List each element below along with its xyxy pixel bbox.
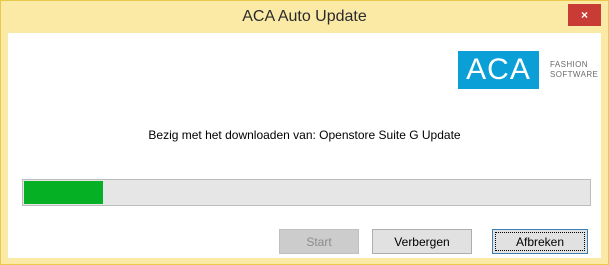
start-button[interactable]: Start xyxy=(279,229,359,254)
download-progress-bar xyxy=(22,179,591,206)
update-window: ACA Auto Update × ACA FASHION SOFTWARE B… xyxy=(0,0,609,265)
title-bar[interactable]: ACA Auto Update × xyxy=(1,1,608,33)
window-title: ACA Auto Update xyxy=(242,8,367,25)
hide-button-label: Verbergen xyxy=(394,234,450,249)
logo-mark: ACA xyxy=(458,51,539,89)
cancel-button[interactable]: Afbreken xyxy=(492,229,588,254)
close-button[interactable]: × xyxy=(568,4,601,26)
logo-tagline-line1: FASHION xyxy=(550,60,588,69)
client-area: ACA FASHION SOFTWARE Bezig met het downl… xyxy=(8,33,601,258)
start-button-label: Start xyxy=(306,234,332,249)
focus-ring xyxy=(495,232,585,251)
progress-fill xyxy=(24,181,103,204)
status-text: Bezig met het downloaden van: Openstore … xyxy=(148,128,461,142)
hide-button[interactable]: Verbergen xyxy=(372,229,472,254)
close-icon: × xyxy=(580,8,588,22)
logo-tagline: FASHION SOFTWARE xyxy=(550,60,598,80)
logo-tagline-line2: SOFTWARE xyxy=(550,70,599,79)
aca-logo: ACA FASHION SOFTWARE xyxy=(458,51,598,89)
